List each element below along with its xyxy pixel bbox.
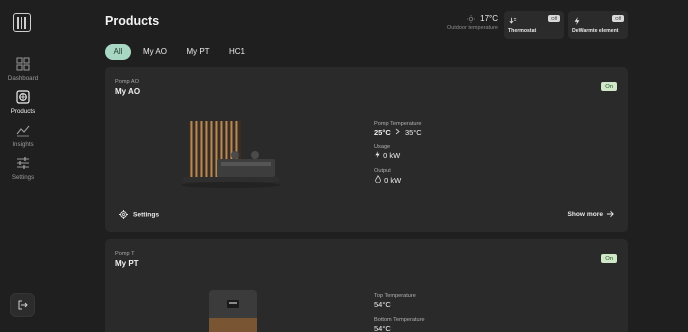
outdoor-temperature-label: Outdoor temperature [446,25,498,31]
sidebar-item-label: Dashboard [7,75,39,82]
sidebar-item-label: Products [10,108,36,115]
sliders-icon [17,157,29,169]
tab-all[interactable]: All [105,44,131,60]
tab-my-ao[interactable]: My AO [139,44,171,60]
product-name: My PT [115,259,139,268]
status-badge: On [601,254,617,263]
sidebar: Dashboard Products Insights Settings [0,0,46,332]
lightning-icon [574,17,580,25]
product-type: Pomp T [115,251,135,257]
sidebar-item-insights[interactable]: Insights [0,123,46,148]
chevron-right-icon [395,128,400,135]
status-badge: Off [612,15,624,22]
metric-value: 0 kW [374,174,401,185]
metric-pomp-temperature: Pomp Temperature 25°C 35°C [374,121,422,137]
metric-bottom-temperature: Bottom Temperature 54°C [374,317,425,332]
page-title: Products [105,14,160,28]
brand-logo[interactable] [13,13,31,32]
metric-output: Output 0 kW [374,168,401,185]
product-card-my-ao[interactable]: Pomp AO My AO On Pomp Temperature 25°C 3… [105,67,628,232]
metric-value: 25°C 35°C [374,128,422,137]
flame-icon [375,174,381,184]
sidebar-item-label: Settings [11,174,35,181]
metric-label: Pomp Temperature [374,121,422,127]
sun-icon [467,15,475,23]
metric-label: Usage [374,144,391,150]
heat-pump-image [181,121,281,188]
status-badge: Off [548,15,560,22]
metric-label: Output [374,168,391,174]
product-card-my-pt[interactable]: Pomp T My PT On Top Temperature 54°C Bot… [105,239,628,332]
settings-button[interactable]: Settings [119,210,159,219]
show-more-button[interactable]: Show more [567,210,615,218]
metric-value: 54°C [374,300,391,309]
tab-my-pt[interactable]: My PT [183,44,213,60]
gear-icon [119,210,128,219]
lightning-icon [375,151,380,158]
status-badge: On [601,82,617,91]
sidebar-item-label: Insights [12,141,34,148]
products-icon [16,90,30,104]
thermostat-tile[interactable]: Off Thermostat [504,11,564,39]
thermostat-icon [509,17,517,24]
metric-top-temperature: Top Temperature 54°C [374,293,416,309]
outdoor-temperature: 17°C Outdoor temperature [438,14,498,31]
logout-button[interactable] [10,293,35,317]
device-name: Thermostat [508,28,537,34]
sidebar-item-settings[interactable]: Settings [0,156,46,181]
sidebar-item-products[interactable]: Products [0,90,46,115]
arrow-right-icon [606,210,614,218]
dewarmte-element-tile[interactable]: Off DeWarmte element [568,11,628,39]
logout-icon [18,300,28,310]
sidebar-item-dashboard[interactable]: Dashboard [0,57,46,82]
metric-usage: Usage 0 kW [374,144,400,160]
grid-icon [16,57,30,71]
metric-value: 54°C [374,324,391,332]
metric-label: Bottom Temperature [374,317,425,323]
metric-value: 0 kW [374,151,400,160]
metric-label: Top Temperature [374,293,416,299]
product-type: Pomp AO [115,79,139,85]
tab-hc1[interactable]: HC1 [225,44,249,60]
product-name: My AO [115,87,141,96]
boiler-image [209,290,257,332]
device-name: DeWarmte element [572,28,619,34]
chart-icon [16,125,30,137]
app-window: Dashboard Products Insights Settings Pro… [0,0,688,332]
